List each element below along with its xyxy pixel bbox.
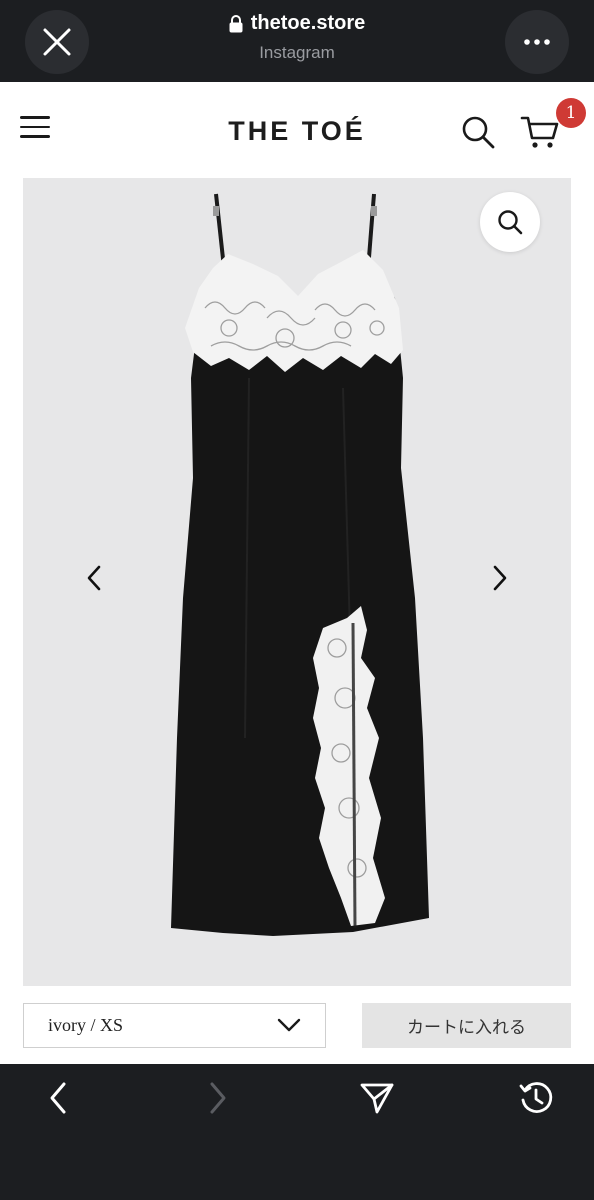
share-button[interactable] (357, 1078, 397, 1118)
variant-selected-value: ivory / XS (48, 1015, 124, 1035)
back-button[interactable] (38, 1078, 78, 1118)
previous-image-button[interactable] (76, 560, 112, 596)
search-icon[interactable] (460, 114, 496, 150)
next-image-button[interactable] (482, 560, 518, 596)
history-button[interactable] (516, 1078, 556, 1118)
lock-icon (229, 14, 243, 32)
shopping-cart-icon[interactable] (520, 112, 560, 152)
close-icon (43, 28, 71, 56)
product-gallery[interactable] (0, 178, 594, 986)
site-header: THE TOÉ (0, 82, 594, 178)
send-share-icon (360, 1083, 394, 1114)
zoom-button[interactable] (480, 192, 540, 252)
more-horizontal-icon (524, 39, 550, 45)
purchase-bar: ivory / XS カートに入れる (0, 986, 594, 1064)
add-to-cart-button[interactable]: カートに入れる (362, 1003, 571, 1048)
url-domain: thetoe.store (250, 12, 366, 34)
chevron-left-icon (87, 565, 101, 591)
variant-select[interactable]: ivory / XS (23, 1003, 326, 1048)
forward-arrow-icon (210, 1082, 226, 1114)
browser-top-bar: thetoe.store Instagram (0, 0, 594, 82)
browser-bottom-bar (0, 1064, 594, 1200)
close-browser-button[interactable] (25, 10, 89, 74)
source-app-label: Instagram (259, 43, 335, 62)
forward-button[interactable] (198, 1078, 238, 1118)
more-options-button[interactable] (505, 10, 569, 74)
cart-count-badge: 1 (556, 98, 586, 128)
history-icon (519, 1082, 553, 1113)
site-logo[interactable]: THE TOÉ (0, 116, 594, 147)
chevron-right-icon (493, 565, 507, 591)
url-display[interactable]: thetoe.store Instagram (150, 12, 444, 63)
zoom-search-icon (498, 210, 523, 235)
back-arrow-icon (50, 1082, 66, 1114)
chevron-down-icon (277, 1018, 301, 1032)
